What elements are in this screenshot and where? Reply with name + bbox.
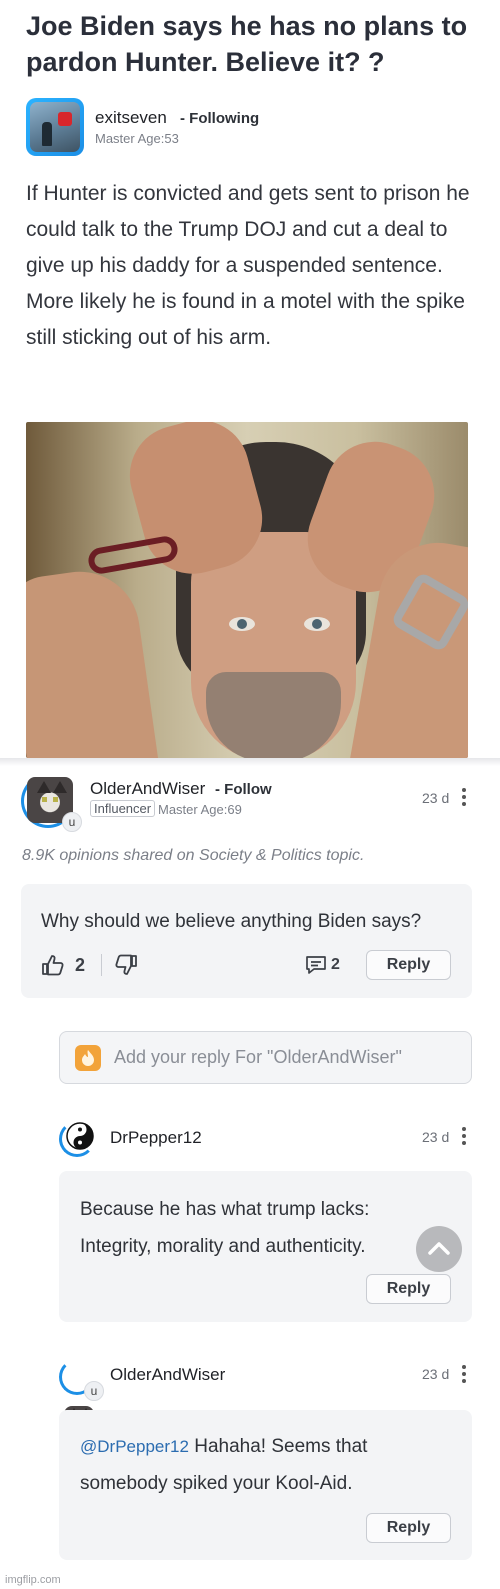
reply-age: 23 d	[422, 1129, 450, 1145]
answer-card: Why should we believe anything Biden say…	[21, 884, 472, 998]
thumbs-up-icon[interactable]	[41, 954, 65, 976]
photo-arm-left	[26, 563, 160, 758]
reply-age: 23 d	[422, 1366, 450, 1382]
asker-avatar[interactable]	[26, 98, 84, 156]
more-vert-icon[interactable]	[461, 1365, 467, 1386]
question-body: If Hunter is convicted and gets sent to …	[26, 182, 470, 349]
like-count: 2	[75, 955, 86, 975]
answerer-name[interactable]: OlderAndWiser	[90, 779, 205, 799]
reply-text: Hahaha! Seems that	[188, 1436, 368, 1457]
avatar-image	[30, 102, 80, 152]
photo-bracelet	[86, 534, 180, 576]
watermark: imgflip.com	[5, 1574, 61, 1586]
reply-text-line-2: somebody spiked your Kool-Aid.	[80, 1473, 353, 1494]
following-status[interactable]: - Following	[180, 110, 259, 127]
answerer-meta: Master Age:69	[158, 802, 242, 817]
asker-meta: Master Age:53	[95, 131, 179, 146]
user-badge: u	[84, 1381, 104, 1401]
reply-card: Because he has what trump lacks: Integri…	[59, 1171, 472, 1322]
person-silhouette	[42, 122, 52, 146]
influencer-badge: Influencer	[90, 800, 156, 817]
photo-eye-left	[229, 617, 255, 631]
opinions-note: 8.9K opinions shared on Society & Politi…	[22, 847, 365, 864]
more-vert-icon[interactable]	[461, 788, 467, 809]
question-photo	[26, 422, 468, 758]
comment-icon[interactable]	[305, 955, 327, 975]
yin-yang-icon[interactable]	[66, 1122, 94, 1150]
photo-eye-right	[304, 617, 330, 631]
comment-count: 2	[331, 956, 340, 973]
answer-age: 23 d	[422, 790, 450, 806]
photo-beard	[206, 672, 341, 758]
fire-badge-icon	[75, 1045, 101, 1071]
reply-text-line-1: @DrPepper12 Hahaha! Seems that	[80, 1428, 367, 1465]
user-badge: u	[62, 812, 82, 832]
reply-button[interactable]: Reply	[366, 1513, 451, 1543]
reply-card: @DrPepper12 Hahaha! Seems that somebody …	[59, 1410, 472, 1560]
stop-sign-icon	[58, 112, 72, 126]
reply-button[interactable]: Reply	[366, 950, 451, 980]
answer-text: Why should we believe anything Biden say…	[41, 911, 422, 932]
replier-name[interactable]: DrPepper12	[110, 1128, 202, 1148]
chevron-up-icon	[428, 1242, 450, 1255]
mention-link[interactable]: @DrPepper12	[80, 1437, 189, 1456]
replier-name[interactable]: OlderAndWiser	[110, 1365, 225, 1385]
asker-name[interactable]: exitseven	[95, 108, 167, 128]
question-title: Joe Biden says he has no plans to pardon…	[26, 11, 468, 77]
thumbs-down-icon[interactable]	[114, 954, 138, 976]
more-vert-icon[interactable]	[461, 1127, 467, 1148]
reply-text-line-2: Integrity, morality and authenticity.	[80, 1236, 366, 1257]
reply-placeholder: Add your reply For "OlderAndWiser"	[114, 1047, 402, 1067]
follow-link[interactable]: - Follow	[215, 781, 272, 798]
section-divider	[0, 758, 500, 766]
scroll-to-top-button[interactable]	[416, 1226, 462, 1272]
reply-text-line-1: Because he has what trump lacks:	[80, 1199, 370, 1220]
action-divider	[101, 954, 102, 976]
reply-button[interactable]: Reply	[366, 1274, 451, 1304]
reply-input[interactable]: Add your reply For "OlderAndWiser"	[59, 1031, 472, 1084]
